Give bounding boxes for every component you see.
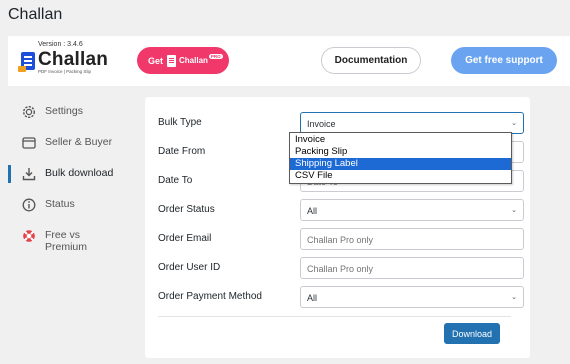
challan-logo-icon: [18, 52, 35, 72]
option-shipping-label[interactable]: Shipping Label: [290, 158, 511, 170]
row-bulk-type: Bulk Type Invoice ⌄: [158, 112, 524, 134]
sidebar-label-line1: Free vs: [45, 229, 81, 241]
order-user-id-input[interactable]: Challan Pro only: [300, 257, 524, 279]
order-status-select[interactable]: All ⌄: [300, 199, 524, 221]
pro-badge: PRO: [208, 54, 223, 59]
sidebar-label-line2: Premium: [45, 241, 88, 253]
get-brand-label: Challan: [179, 56, 208, 65]
option-invoice[interactable]: Invoice: [290, 134, 511, 146]
date-from-label: Date From: [158, 146, 206, 157]
version-label: Version : 3.4.6: [38, 41, 83, 48]
order-status-value: All: [307, 206, 318, 216]
bulk-type-value: Invoice: [307, 119, 336, 129]
order-user-id-label: Order User ID: [158, 262, 221, 273]
sidebar-item-bulk-download[interactable]: Bulk download: [8, 159, 128, 190]
page-title: Challan: [8, 6, 63, 23]
chevron-down-icon: ⌄: [511, 207, 517, 214]
sidebar-item-status[interactable]: Status: [8, 190, 128, 221]
sidebar-item-settings[interactable]: Settings: [8, 97, 128, 128]
sidebar-item-free-vs-premium[interactable]: Free vs Premium: [8, 221, 128, 261]
order-payment-method-label: Order Payment Method: [158, 291, 262, 302]
form-divider: [158, 316, 511, 317]
bulk-type-select[interactable]: Invoice ⌄: [300, 112, 524, 134]
row-order-payment-method: Order Payment Method All ⌄: [158, 286, 524, 308]
sidebar-item-label: Seller & Buyer: [45, 136, 113, 148]
get-label: Get: [148, 55, 164, 66]
sidebar-item-label: Status: [45, 198, 75, 210]
sidebar-item-label: Free vs Premium: [45, 229, 87, 253]
row-order-user-id: Order User ID Challan Pro only: [158, 257, 524, 279]
sidebar-item-label: Bulk download: [45, 167, 114, 179]
row-order-status: Order Status All ⌄: [158, 199, 524, 221]
documentation-button[interactable]: Documentation: [321, 47, 421, 74]
plugin-header: Version : 3.4.6 Challan PDF Invoice | Pa…: [8, 36, 570, 86]
bulk-type-dropdown-list: Invoice Packing Slip Shipping Label CSV …: [289, 132, 512, 184]
get-free-support-button[interactable]: Get free support: [451, 47, 557, 74]
info-icon: [22, 198, 36, 212]
sidebar: Settings Seller & Buyer Bulk download St…: [8, 97, 128, 261]
chevron-down-icon: ⌄: [511, 120, 517, 127]
order-payment-method-select[interactable]: All ⌄: [300, 286, 524, 308]
document-icon: [167, 54, 177, 67]
order-email-label: Order Email: [158, 233, 212, 244]
order-email-input[interactable]: Challan Pro only: [300, 228, 524, 250]
lifebuoy-icon: [22, 229, 36, 243]
get-challan-pro-button[interactable]: Get Challan PRO: [137, 47, 229, 74]
download-button[interactable]: Download: [444, 323, 500, 344]
gear-icon: [22, 105, 36, 119]
sidebar-item-label: Settings: [45, 105, 83, 117]
order-status-label: Order Status: [158, 204, 215, 215]
row-order-email: Order Email Challan Pro only: [158, 228, 524, 250]
order-payment-method-value: All: [307, 293, 318, 303]
download-icon: [22, 167, 36, 181]
order-user-id-placeholder: Challan Pro only: [307, 264, 374, 274]
window-icon: [22, 136, 36, 150]
chevron-down-icon: ⌄: [511, 294, 517, 301]
order-email-placeholder: Challan Pro only: [307, 235, 374, 245]
logo-text: Challan: [38, 49, 109, 70]
date-to-label: Date To: [158, 175, 193, 186]
bulk-type-label: Bulk Type: [158, 117, 202, 128]
sidebar-item-seller-buyer[interactable]: Seller & Buyer: [8, 128, 128, 159]
logo-subtitle: PDF Invoice | Packing Slip: [38, 69, 91, 74]
option-packing-slip[interactable]: Packing Slip: [290, 146, 511, 158]
option-csv-file[interactable]: CSV File: [290, 170, 511, 182]
